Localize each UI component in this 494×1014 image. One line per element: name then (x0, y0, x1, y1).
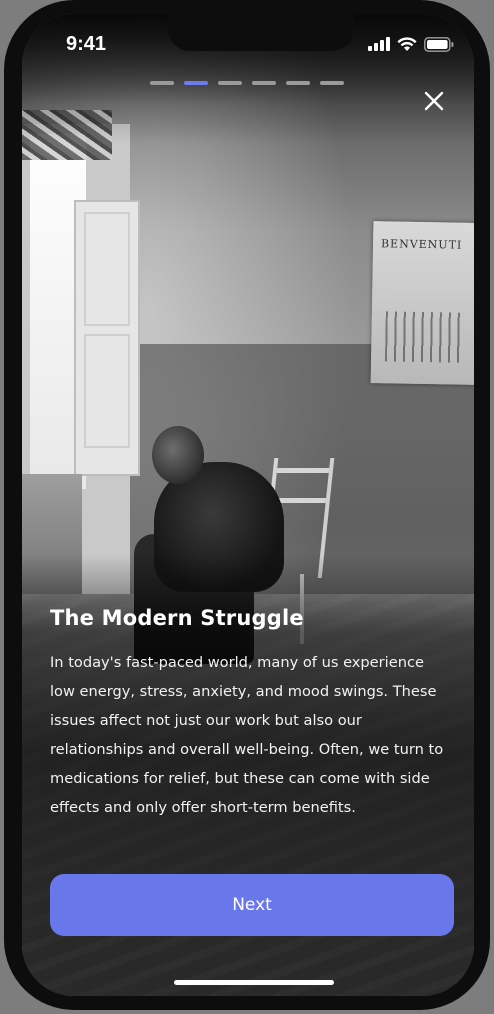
progress-step (252, 81, 276, 85)
progress-step (286, 81, 310, 85)
onboarding-content: The Modern Struggle In today's fast-pace… (50, 606, 450, 822)
poster-text: BENVENUTI (380, 237, 463, 252)
progress-step (320, 81, 344, 85)
progress-step (150, 81, 174, 85)
poster-figures (384, 311, 464, 363)
status-bar: 9:41 (22, 14, 474, 74)
next-button[interactable]: Next (50, 874, 454, 936)
close-icon (424, 91, 444, 111)
progress-step-active (184, 81, 208, 85)
phone-frame: BENVENUTI 9:41 The Modern Struggle In to… (4, 0, 490, 1010)
onboarding-screen: BENVENUTI 9:41 The Modern Struggle In to… (22, 14, 474, 996)
signal-icon (368, 37, 390, 51)
status-time: 9:41 (66, 33, 107, 55)
background-image: BENVENUTI (22, 14, 474, 996)
home-indicator (174, 980, 334, 985)
camera-notch (168, 14, 354, 51)
scene-window-shutter (74, 200, 140, 476)
onboarding-description: In today's fast-paced world, many of us … (50, 654, 444, 816)
page-title: The Modern Struggle (50, 606, 304, 630)
close-button[interactable] (420, 90, 448, 114)
onboarding-progress (150, 81, 344, 85)
status-icons (368, 36, 454, 52)
wifi-icon (397, 36, 417, 51)
scene-poster: BENVENUTI (370, 221, 474, 385)
battery-icon (424, 36, 454, 52)
progress-step (218, 81, 242, 85)
scene-man-head (152, 426, 204, 484)
